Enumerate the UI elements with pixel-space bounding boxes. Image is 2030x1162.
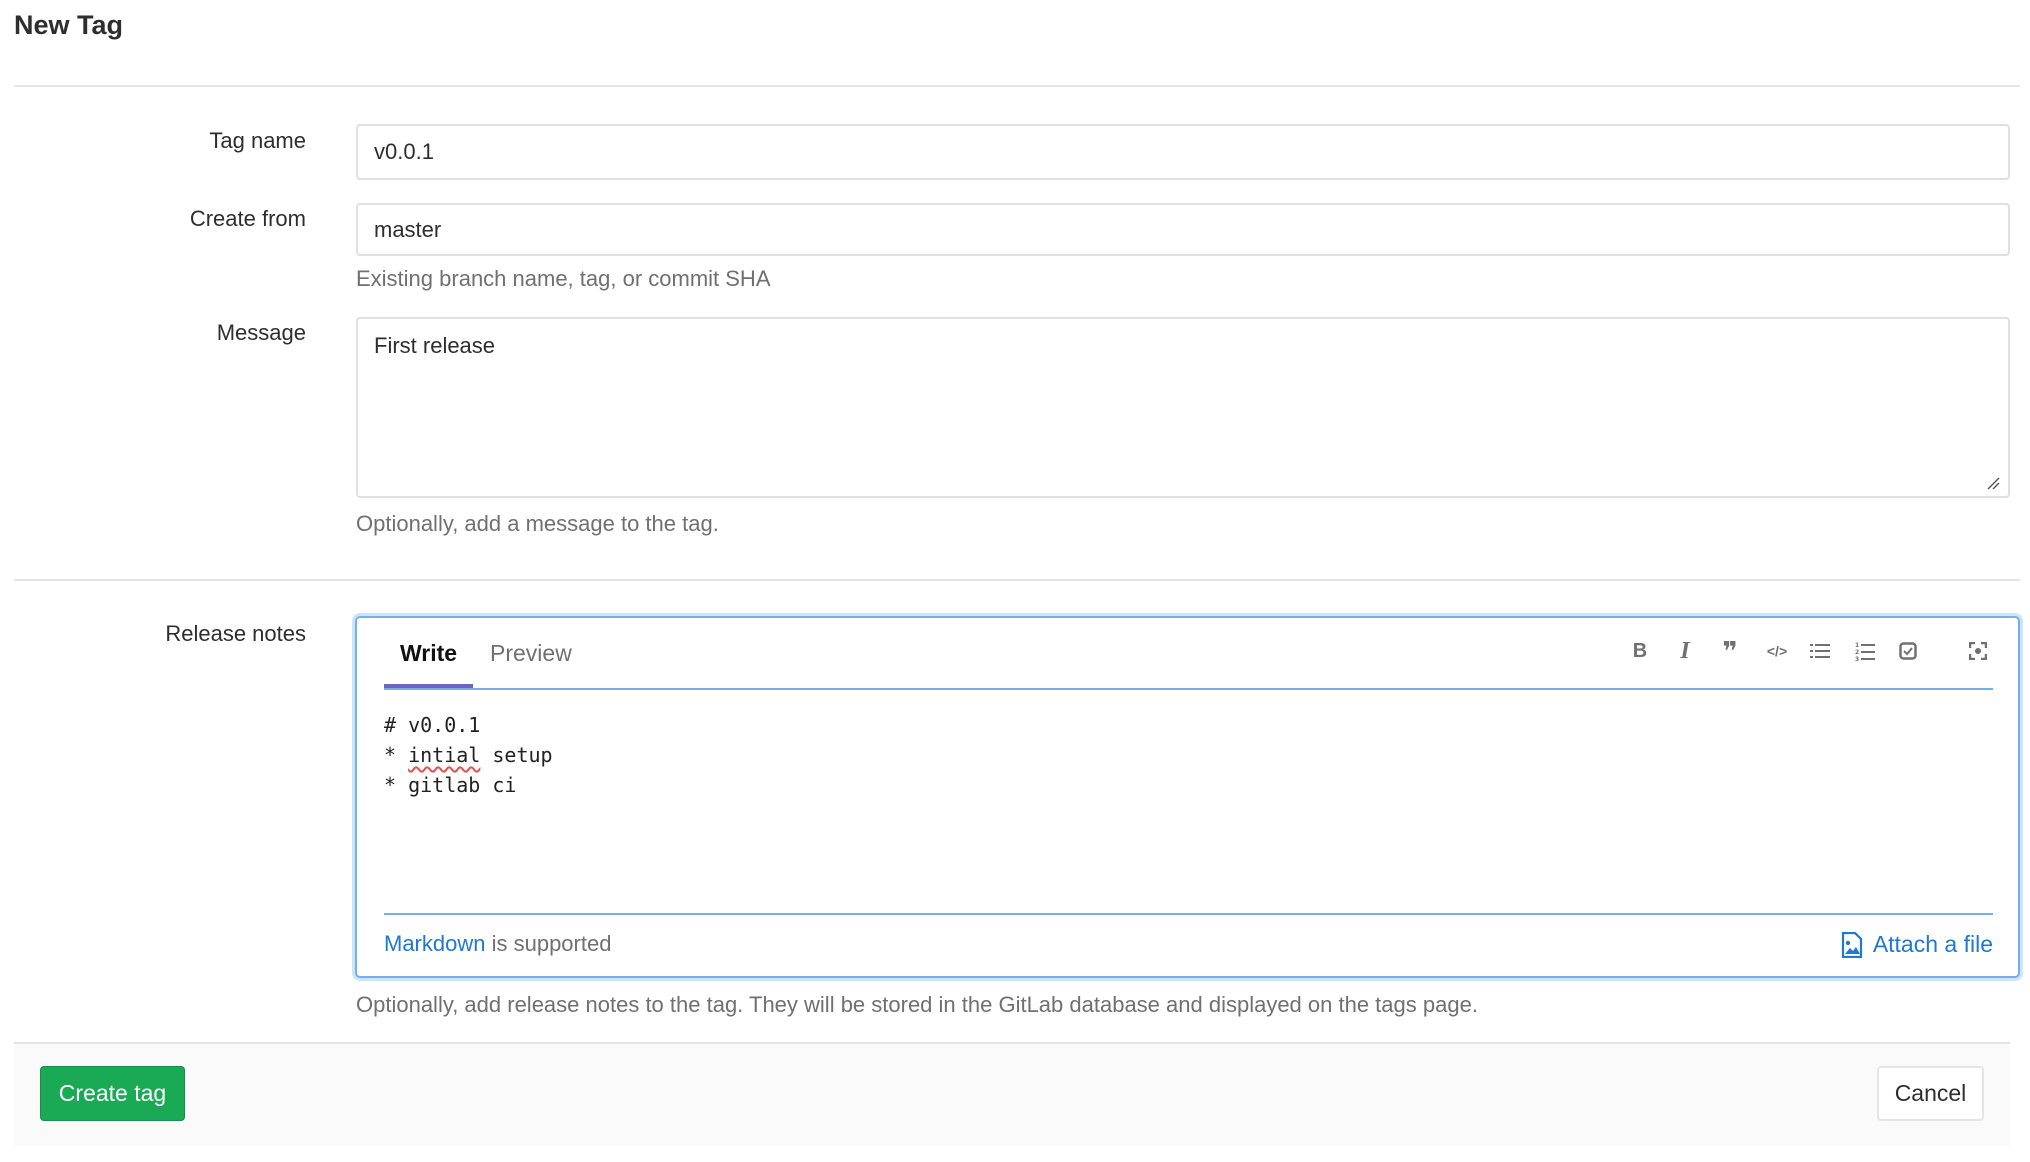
release-notes-label: Release notes xyxy=(165,621,306,646)
code-line: setup xyxy=(480,743,553,767)
resize-handle-icon[interactable] xyxy=(1986,476,2000,490)
markdown-hint: Markdown is supported xyxy=(384,931,611,957)
numbered-list-icon[interactable]: 123 xyxy=(1852,638,1878,664)
tag-name-label: Tag name xyxy=(209,128,306,153)
divider xyxy=(14,85,2020,87)
create-tag-button[interactable]: Create tag xyxy=(40,1066,185,1121)
editor-footer: Markdown is supported Attach a file xyxy=(384,913,1993,975)
message-label: Message xyxy=(216,320,306,345)
task-list-icon[interactable] xyxy=(1895,638,1921,664)
create-from-value: master xyxy=(374,216,442,242)
cancel-button[interactable]: Cancel xyxy=(1877,1066,1984,1121)
quote-icon[interactable]: ❞ xyxy=(1717,636,1743,666)
divider xyxy=(14,579,2020,581)
attach-file-label: Attach a file xyxy=(1872,931,1993,957)
release-notes-help: Optionally, add release notes to the tag… xyxy=(356,992,1478,1017)
page-title: New Tag xyxy=(14,10,124,40)
svg-text:2: 2 xyxy=(1855,649,1859,656)
bold-icon[interactable]: B xyxy=(1627,638,1653,664)
misspelled-word: intial xyxy=(408,743,481,767)
create-from-help: Existing branch name, tag, or commit SHA xyxy=(356,266,771,291)
attach-file-button[interactable]: Attach a file xyxy=(1841,931,1993,958)
file-image-icon xyxy=(1841,931,1862,958)
svg-text:3: 3 xyxy=(1855,656,1859,661)
message-textarea[interactable]: First release xyxy=(356,317,2010,498)
message-value: First release xyxy=(374,333,496,358)
message-help: Optionally, add a message to the tag. xyxy=(356,511,719,536)
editor-tabs: Write Preview B I ❞ </> 123 xyxy=(384,618,1993,690)
tab-preview[interactable]: Preview xyxy=(474,640,588,686)
code-line: * gitlab ci xyxy=(384,773,517,797)
form-actions: Create tag Cancel xyxy=(14,1042,2010,1146)
tag-name-value: v0.0.1 xyxy=(374,139,434,164)
tab-write[interactable]: Write xyxy=(384,640,474,688)
italic-icon[interactable]: I xyxy=(1672,638,1698,664)
create-from-label: Create from xyxy=(189,206,306,231)
create-from-input[interactable]: master xyxy=(356,203,2010,256)
code-line: # v0.0.1 xyxy=(384,713,481,737)
release-notes-editor: Write Preview B I ❞ </> 123 # v0.0.1 * i… xyxy=(355,616,2020,978)
markdown-link[interactable]: Markdown xyxy=(384,931,485,956)
svg-text:1: 1 xyxy=(1855,642,1859,649)
markdown-suffix: is supported xyxy=(485,931,612,956)
release-notes-textarea[interactable]: # v0.0.1 * intial setup * gitlab ci xyxy=(384,710,553,800)
code-icon[interactable]: </> xyxy=(1762,638,1792,664)
bullet-list-icon[interactable] xyxy=(1807,638,1833,664)
fullscreen-icon[interactable] xyxy=(1965,638,1991,664)
tag-name-input[interactable]: v0.0.1 xyxy=(356,124,2010,180)
code-line: * xyxy=(384,743,409,767)
